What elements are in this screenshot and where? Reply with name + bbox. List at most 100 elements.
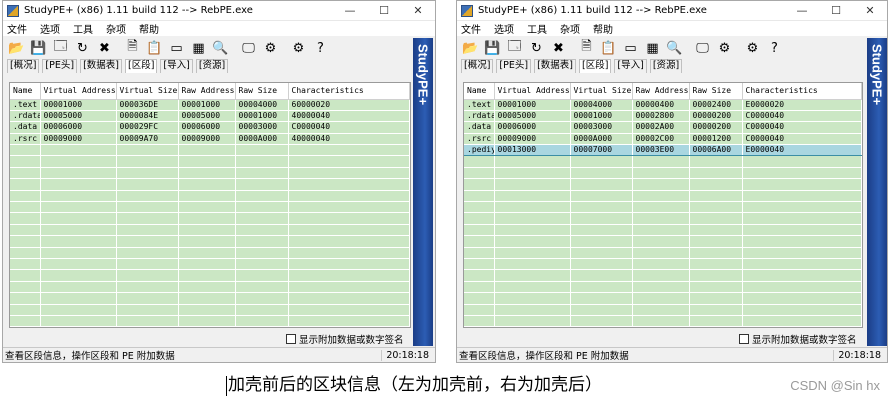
process-icon[interactable]: ⚙	[715, 39, 734, 57]
tab[interactable]: [PE头]	[42, 59, 78, 73]
section-table-panel[interactable]: Name Virtual Address Virtual Size Raw Addre…	[9, 82, 411, 328]
column-header[interactable]: Raw Size	[689, 83, 743, 100]
open-folder-icon[interactable]: 📂	[461, 39, 480, 57]
column-header[interactable]: Virtual Address	[494, 83, 571, 100]
overlay-checkbox[interactable]	[286, 334, 296, 344]
table-cell	[494, 247, 571, 259]
table-row[interactable]: .rsrc 00009000 00009A70 00009000 0000A000 400…	[10, 133, 410, 146]
maximize-button[interactable]: ☐	[819, 1, 853, 21]
calculator-icon[interactable]: ▦	[643, 39, 662, 57]
tab[interactable]: [概况]	[461, 59, 494, 73]
table-row[interactable]: .data 00006000 000029FC 00006000 00003000 C00…	[10, 121, 410, 134]
tab[interactable]: [概况]	[7, 59, 40, 73]
refresh-icon[interactable]: ↻	[527, 39, 546, 57]
table-row[interactable]: .data 00006000 00003000 00002A00 00000200 C00…	[464, 121, 862, 134]
table-cell	[570, 269, 633, 282]
menu-item[interactable]: 文件	[7, 21, 27, 36]
table-cell	[632, 315, 690, 327]
asm-icon[interactable]: ▭	[167, 39, 186, 57]
help-icon[interactable]: ?	[765, 39, 784, 57]
close-button[interactable]: ✕	[853, 1, 887, 21]
menu-item[interactable]: 文件	[461, 21, 481, 36]
table-cell: 60000020	[288, 99, 410, 111]
table-row[interactable]: .text 00001000 000036DE 00001000 00004000 600…	[10, 99, 410, 111]
table-cell	[288, 235, 410, 248]
save-icon[interactable]: 💾	[483, 39, 502, 57]
column-header[interactable]: Name	[464, 83, 495, 100]
overlay-checkbox[interactable]	[739, 334, 749, 344]
menu-item[interactable]: 帮助	[139, 21, 159, 36]
column-header[interactable]: Virtual Size	[116, 83, 179, 100]
menu-item[interactable]: 杂项	[106, 21, 126, 36]
document-icon[interactable]: 🗎	[577, 39, 596, 57]
minimize-button[interactable]: —	[333, 1, 367, 21]
tab[interactable]: [导入]	[614, 59, 647, 73]
empty-row	[10, 258, 410, 271]
menu-item[interactable]: 杂项	[560, 21, 580, 36]
window-icon[interactable]: 🗔	[51, 39, 70, 57]
close-file-icon[interactable]: ✖	[549, 39, 568, 57]
document-icon[interactable]: 🗎	[123, 39, 142, 57]
tab[interactable]: [PE头]	[496, 59, 532, 73]
monitor-icon[interactable]: 🖵	[693, 39, 712, 57]
refresh-icon[interactable]: ↻	[73, 39, 92, 57]
search-icon[interactable]: 🔍	[211, 39, 230, 57]
search-icon[interactable]: 🔍	[665, 39, 684, 57]
help-icon[interactable]: ?	[311, 39, 330, 57]
column-header[interactable]: Characteristics	[288, 83, 410, 100]
settings-icon[interactable]: ⚙	[743, 39, 762, 57]
menu-item[interactable]: 选项	[494, 21, 514, 36]
column-header[interactable]: Virtual Size	[570, 83, 633, 100]
table-cell	[494, 224, 571, 237]
section-table-panel[interactable]: Name Virtual Address Virtual Size Raw Addre…	[463, 82, 863, 328]
table-cell: 00007000	[570, 144, 633, 157]
close-button[interactable]: ✕	[401, 1, 435, 21]
column-header[interactable]: Virtual Address	[40, 83, 117, 100]
overlay-checkbox-row[interactable]: 显示附加数据或数字签名	[739, 332, 857, 346]
table-row[interactable]: .rdata 00005000 0000084E 00005000 00001000 40…	[10, 110, 410, 123]
window-icon[interactable]: 🗔	[505, 39, 524, 57]
monitor-icon[interactable]: 🖵	[239, 39, 258, 57]
menu-item[interactable]: 工具	[527, 21, 547, 36]
table-cell	[494, 281, 571, 294]
tab[interactable]: [区段]	[125, 59, 158, 73]
overlay-checkbox-row[interactable]: 显示附加数据或数字签名	[286, 332, 404, 346]
save-icon[interactable]: 💾	[29, 39, 48, 57]
calculator-icon[interactable]: ▦	[189, 39, 208, 57]
copy-icon[interactable]: 📋	[145, 39, 164, 57]
tab[interactable]: [导入]	[160, 59, 193, 73]
table-row[interactable]: .text 00001000 00004000 00000400 00002400 E00…	[464, 99, 862, 111]
table-cell	[689, 178, 743, 191]
copy-icon[interactable]: 📋	[599, 39, 618, 57]
empty-row	[464, 269, 862, 282]
settings-icon[interactable]: ⚙	[289, 39, 308, 57]
tab[interactable]: [资源]	[195, 59, 229, 73]
menu-item[interactable]: 帮助	[593, 21, 613, 36]
column-header[interactable]: Name	[10, 83, 41, 100]
table-cell	[40, 315, 117, 327]
tab[interactable]: [区段]	[579, 59, 612, 73]
menu-item[interactable]: 选项	[40, 21, 60, 36]
column-header[interactable]: Raw Size	[235, 83, 289, 100]
process-icon[interactable]: ⚙	[261, 39, 280, 57]
tab[interactable]: [数据表]	[534, 59, 576, 73]
asm-icon[interactable]: ▭	[621, 39, 640, 57]
table-cell	[178, 315, 236, 327]
maximize-button[interactable]: ☐	[367, 1, 401, 21]
table-row[interactable]: .pediy 00013000 00007000 00003E00 00006A00 E0…	[464, 144, 862, 157]
tab[interactable]: [资源]	[649, 59, 683, 73]
minimize-button[interactable]: —	[785, 1, 819, 21]
status-time: 20:18:18	[381, 349, 435, 361]
column-header[interactable]: Raw Address	[178, 83, 236, 100]
column-header[interactable]: Raw Address	[632, 83, 690, 100]
table-cell	[632, 155, 690, 168]
tab[interactable]: [数据表]	[80, 59, 122, 73]
table-cell	[494, 155, 571, 168]
menu-item[interactable]: 工具	[73, 21, 93, 36]
table-row[interactable]: .rdata 00005000 00001000 00002800 00000200 C0…	[464, 110, 862, 123]
table-row[interactable]: .rsrc 00009000 0000A000 00002C00 00001200 C00…	[464, 133, 862, 146]
column-header[interactable]: Characteristics	[742, 83, 862, 100]
close-file-icon[interactable]: ✖	[95, 39, 114, 57]
empty-row	[10, 315, 410, 327]
open-folder-icon[interactable]: 📂	[7, 39, 26, 57]
